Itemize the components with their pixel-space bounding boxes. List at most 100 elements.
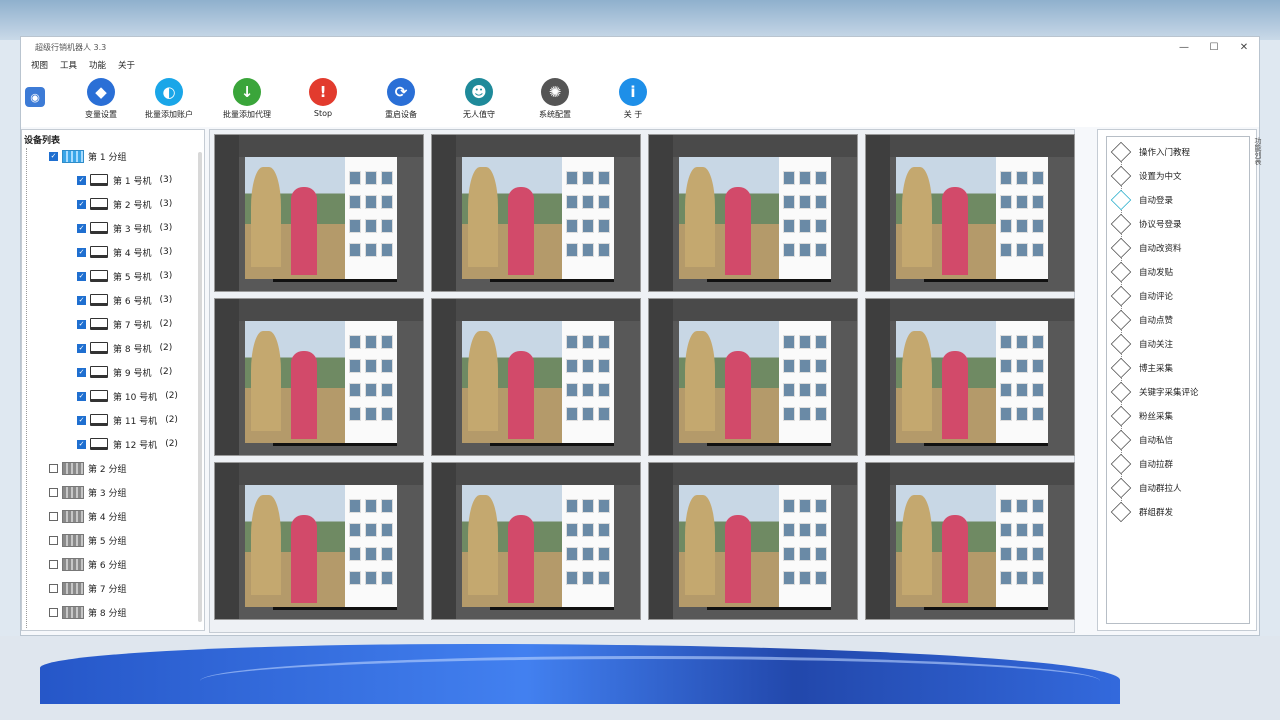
minimize-button[interactable]: — bbox=[1169, 42, 1199, 53]
device-checkbox[interactable]: ✓ bbox=[77, 367, 86, 377]
toolbar-button-3[interactable]: ! Stop bbox=[283, 78, 363, 118]
function-item[interactable]: 设置为中文 bbox=[1110, 165, 1182, 187]
function-item[interactable]: 自动登录 bbox=[1110, 189, 1173, 211]
device-group[interactable]: 第 4 分组 bbox=[49, 508, 126, 524]
device-screen[interactable] bbox=[431, 134, 641, 292]
function-item[interactable]: 自动拉群 bbox=[1110, 453, 1173, 475]
function-item[interactable]: 自动群拉人 bbox=[1110, 477, 1182, 499]
menu-about[interactable]: 关于 bbox=[112, 59, 141, 71]
scrollbar[interactable] bbox=[198, 152, 202, 622]
device-screen[interactable] bbox=[214, 462, 424, 620]
group-checkbox[interactable]: ✓ bbox=[49, 151, 58, 161]
device-screen[interactable] bbox=[865, 462, 1075, 620]
group-checkbox[interactable] bbox=[49, 559, 58, 569]
device-checkbox[interactable]: ✓ bbox=[77, 175, 86, 185]
function-item[interactable]: 自动点赞 bbox=[1110, 309, 1173, 331]
device-checkbox[interactable]: ✓ bbox=[77, 391, 86, 401]
device-group-label: 第 4 分组 bbox=[88, 512, 127, 523]
device-screen[interactable] bbox=[214, 134, 424, 292]
device-screen[interactable] bbox=[431, 462, 641, 620]
device-count: (3) bbox=[159, 271, 173, 281]
menu-functions[interactable]: 功能 bbox=[83, 59, 112, 71]
device-screen[interactable] bbox=[648, 134, 858, 292]
device-item[interactable]: ✓ 第 2 号机 (3) bbox=[77, 196, 172, 212]
function-item[interactable]: 自动发贴 bbox=[1110, 261, 1173, 283]
device-item[interactable]: ✓ 第 8 号机 (2) bbox=[77, 340, 172, 356]
device-checkbox[interactable]: ✓ bbox=[77, 319, 86, 329]
device-group[interactable]: ✓ 第 1 分组 bbox=[49, 148, 126, 164]
device-screen[interactable] bbox=[865, 298, 1075, 456]
function-item[interactable]: 操作入门教程 bbox=[1110, 141, 1190, 163]
toolbar-button-2[interactable]: ↓ 批量添加代理 bbox=[207, 78, 287, 120]
device-group[interactable]: 第 5 分组 bbox=[49, 532, 126, 548]
function-item[interactable]: 自动评论 bbox=[1110, 285, 1173, 307]
menu-view[interactable]: 视图 bbox=[25, 59, 54, 71]
post-thumbnail bbox=[799, 407, 811, 421]
post-thumbnail bbox=[381, 383, 393, 397]
device-item[interactable]: ✓ 第 4 号机 (3) bbox=[77, 244, 172, 260]
device-group-label: 第 7 分组 bbox=[88, 584, 127, 595]
toolbar-button-5[interactable]: ☻ 无人值守 bbox=[439, 78, 519, 120]
device-item[interactable]: ✓ 第 9 号机 (2) bbox=[77, 364, 172, 380]
device-item[interactable]: ✓ 第 3 号机 (3) bbox=[77, 220, 172, 236]
function-item[interactable]: 自动改资料 bbox=[1110, 237, 1182, 259]
device-group[interactable]: 第 6 分组 bbox=[49, 556, 126, 572]
device-item[interactable]: ✓ 第 5 号机 (3) bbox=[77, 268, 172, 284]
device-checkbox[interactable]: ✓ bbox=[77, 223, 86, 233]
device-screen[interactable] bbox=[214, 298, 424, 456]
device-item[interactable]: ✓ 第 10 号机 (2) bbox=[77, 388, 178, 404]
device-screen[interactable] bbox=[431, 298, 641, 456]
device-screen[interactable] bbox=[648, 462, 858, 620]
device-checkbox[interactable]: ✓ bbox=[77, 247, 86, 257]
toolbar-button-7[interactable]: i 关 于 bbox=[593, 78, 673, 120]
device-screen[interactable] bbox=[648, 298, 858, 456]
device-checkbox[interactable]: ✓ bbox=[77, 199, 86, 209]
function-item[interactable]: 关键字采集评论 bbox=[1110, 381, 1199, 403]
post-thumbnail bbox=[598, 335, 610, 349]
post-photo bbox=[245, 157, 345, 279]
device-group[interactable]: 第 3 分组 bbox=[49, 484, 126, 500]
close-button[interactable]: ✕ bbox=[1229, 42, 1259, 53]
device-checkbox[interactable]: ✓ bbox=[77, 439, 86, 449]
toolbar-button-4[interactable]: ⟳ 重启设备 bbox=[361, 78, 441, 120]
group-checkbox[interactable] bbox=[49, 583, 58, 593]
device-item[interactable]: ✓ 第 12 号机 (2) bbox=[77, 436, 178, 452]
device-item[interactable]: ✓ 第 11 号机 (2) bbox=[77, 412, 178, 428]
toolbar-button-6[interactable]: ✺ 系统配置 bbox=[515, 78, 595, 120]
function-item[interactable]: 自动关注 bbox=[1110, 333, 1173, 355]
group-checkbox[interactable] bbox=[49, 511, 58, 521]
group-checkbox[interactable] bbox=[49, 487, 58, 497]
laptop-icon bbox=[90, 390, 108, 402]
toolbar-button-1[interactable]: ◐ 批量添加账户 bbox=[129, 78, 209, 120]
device-group[interactable]: 第 7 分组 bbox=[49, 580, 126, 596]
post-thumbnail bbox=[1016, 171, 1028, 185]
function-item[interactable]: 粉丝采集 bbox=[1110, 405, 1173, 427]
function-item[interactable]: 协议号登录 bbox=[1110, 213, 1182, 235]
maximize-button[interactable]: ☐ bbox=[1199, 42, 1229, 53]
device-checkbox[interactable]: ✓ bbox=[77, 343, 86, 353]
device-checkbox[interactable]: ✓ bbox=[77, 415, 86, 425]
device-checkbox[interactable]: ✓ bbox=[77, 295, 86, 305]
post-thumbnail bbox=[1032, 383, 1044, 397]
group-checkbox[interactable] bbox=[49, 535, 58, 545]
group-checkbox[interactable] bbox=[49, 607, 58, 617]
function-label: 自动群拉人 bbox=[1139, 484, 1182, 494]
device-item[interactable]: ✓ 第 6 号机 (3) bbox=[77, 292, 172, 308]
device-checkbox[interactable]: ✓ bbox=[77, 271, 86, 281]
function-item[interactable]: 自动私信 bbox=[1110, 429, 1173, 451]
cube-icon bbox=[1110, 453, 1132, 475]
toolbar-button-label: 系统配置 bbox=[539, 110, 571, 119]
device-item[interactable]: ✓ 第 7 号机 (2) bbox=[77, 316, 172, 332]
post-photo bbox=[245, 485, 345, 607]
device-group[interactable]: 第 2 分组 bbox=[49, 460, 126, 476]
device-screen[interactable] bbox=[865, 134, 1075, 292]
function-list-tab[interactable]: 功能列表 bbox=[1254, 137, 1263, 165]
function-label: 群组群发 bbox=[1139, 508, 1174, 518]
menu-tools[interactable]: 工具 bbox=[54, 59, 83, 71]
device-group[interactable]: 第 8 分组 bbox=[49, 604, 126, 620]
function-item[interactable]: 博主采集 bbox=[1110, 357, 1173, 379]
device-item[interactable]: ✓ 第 1 号机 (3) bbox=[77, 172, 172, 188]
group-checkbox[interactable] bbox=[49, 463, 58, 473]
post-thumbnail bbox=[582, 499, 594, 513]
function-item[interactable]: 群组群发 bbox=[1110, 501, 1174, 523]
